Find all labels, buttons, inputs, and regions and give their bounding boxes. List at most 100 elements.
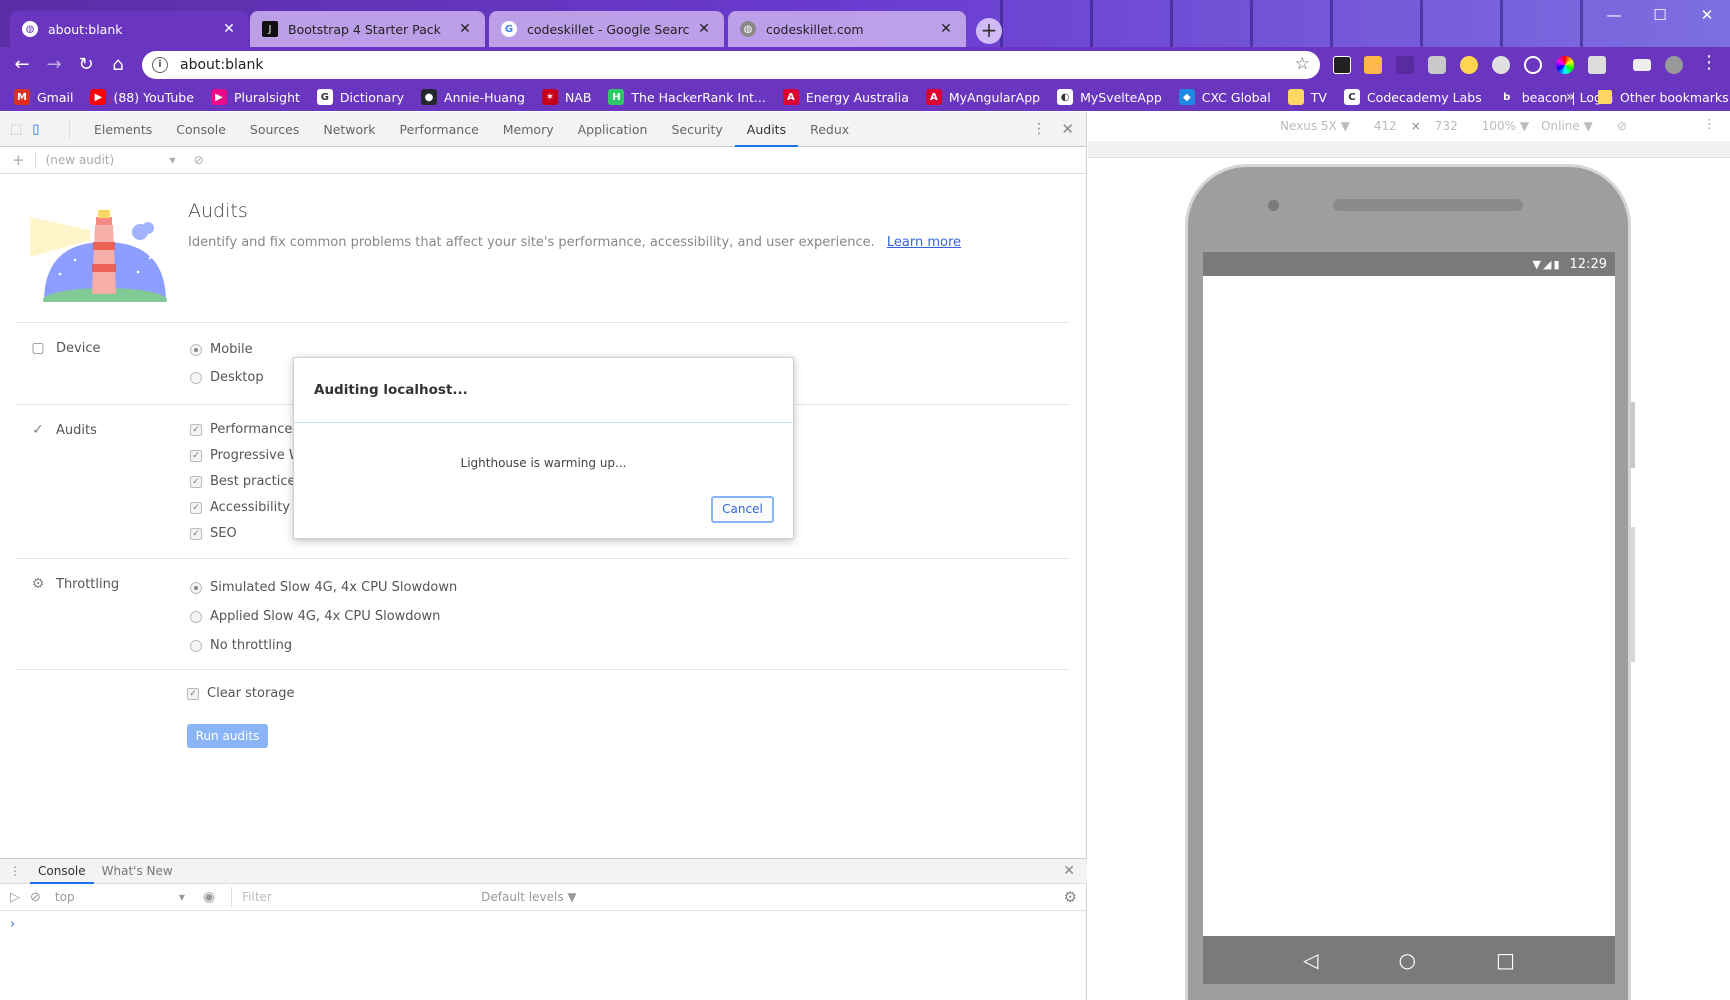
devtools-tab-memory[interactable]: Memory — [491, 112, 566, 147]
jetbrains-extension-icon[interactable] — [1333, 56, 1351, 74]
context-select[interactable]: top ▾ — [55, 890, 185, 904]
device-more-icon[interactable]: ⋮ — [1703, 117, 1716, 132]
avatar[interactable] — [1665, 56, 1683, 74]
bookmarks-overflow-icon[interactable]: » — [1566, 83, 1575, 111]
category-seo[interactable]: ✓ SEO — [190, 526, 237, 541]
window-close-icon[interactable]: ✕ — [1684, 0, 1730, 30]
radio-desktop[interactable] — [190, 371, 202, 384]
bookmark-item[interactable]: ◆ CXC Global — [1178, 89, 1271, 105]
bookmark-item[interactable]: M Gmail — [14, 89, 73, 105]
radio-mobile[interactable] — [190, 343, 202, 356]
clear-audits-icon[interactable]: ⊘ — [194, 153, 204, 167]
close-icon[interactable]: ✕ — [221, 21, 237, 37]
gear-icon[interactable]: ⚙ — [1064, 888, 1077, 906]
bookmark-item[interactable]: ✶ NAB — [541, 89, 591, 105]
other-bookmarks[interactable]: Other bookmarks — [1598, 83, 1729, 111]
bookmark-item[interactable]: G Dictionary — [316, 89, 404, 105]
clear-storage-option[interactable]: ✓ Clear storage — [187, 686, 295, 701]
checkbox[interactable]: ✓ — [190, 527, 202, 540]
inspect-element-icon[interactable]: ⬚ — [10, 122, 22, 137]
devtools-tab-network[interactable]: Network — [311, 112, 387, 147]
bookmark-item[interactable]: ◐ MySvelteApp — [1057, 89, 1162, 105]
bookmark-item[interactable]: TV — [1287, 89, 1327, 105]
checkbox[interactable]: ✓ — [187, 687, 199, 700]
devtools-tab-application[interactable]: Application — [566, 112, 660, 147]
devtools-tab-audits[interactable]: Audits — [734, 112, 799, 147]
network-select[interactable]: Online ▼ — [1541, 119, 1593, 133]
playlist-extension-icon[interactable] — [1633, 59, 1651, 71]
colorzilla-extension-icon[interactable] — [1556, 56, 1574, 74]
drawer-tab-console[interactable]: Console — [30, 858, 94, 884]
home-icon[interactable]: ⌂ — [104, 51, 132, 79]
learn-more-link[interactable]: Learn more — [887, 235, 961, 250]
address-bar[interactable]: i about:blank ☆ — [142, 51, 1320, 79]
bookmark-item[interactable]: ▶ Pluralsight — [210, 89, 300, 105]
radio-applied[interactable] — [190, 610, 202, 623]
forward-icon[interactable]: → — [40, 51, 68, 79]
react-extension-icon[interactable] — [1492, 56, 1510, 74]
width-input[interactable]: 412 — [1374, 119, 1397, 133]
bookmark-item[interactable]: C Codecademy Labs — [1343, 89, 1482, 105]
checkbox[interactable]: ✓ — [190, 501, 202, 514]
eye-icon[interactable]: ◉ — [203, 889, 215, 905]
category-best-practices[interactable]: ✓ Best practices — [190, 474, 302, 489]
media-query-bar[interactable] — [1088, 141, 1730, 158]
back-icon[interactable]: ← — [8, 51, 36, 79]
bookmark-item[interactable]: A MyAngularApp — [925, 89, 1040, 105]
drawer-close-icon[interactable]: ✕ — [1063, 863, 1075, 879]
reload-icon[interactable]: ↻ — [72, 51, 100, 79]
bookmark-item[interactable]: A Energy Australia — [782, 89, 909, 105]
devtools-tab-elements[interactable]: Elements — [82, 112, 164, 147]
color-picker-extension-icon[interactable] — [1460, 56, 1478, 74]
bookmark-star-icon[interactable]: ☆ — [1295, 54, 1310, 74]
devtools-tab-security[interactable]: Security — [659, 112, 734, 147]
devtools-tab-redux[interactable]: Redux — [798, 112, 861, 147]
close-icon[interactable]: ✕ — [457, 21, 473, 37]
info-icon[interactable]: i — [152, 57, 168, 73]
bookmark-item[interactable]: H The HackerRank Int... — [608, 89, 766, 105]
tab-google-search[interactable]: G codeskillet - Google Search ✕ — [489, 11, 724, 47]
console-filter-input[interactable]: Filter — [231, 887, 471, 907]
bookmark-item[interactable]: b beacon | Login — [1498, 89, 1613, 105]
audit-select[interactable]: (new audit) ▾ — [46, 153, 176, 167]
devtools-tab-sources[interactable]: Sources — [238, 112, 311, 147]
tab-bootstrap[interactable]: J Bootstrap 4 Starter Pack ✕ — [250, 11, 485, 47]
chrome-menu-icon[interactable]: ⋮ — [1700, 52, 1718, 73]
bookmark-item[interactable]: ● Annie-Huang — [421, 89, 525, 105]
bookmark-item[interactable]: ▶ (88) YouTube — [90, 89, 194, 105]
phone-screen[interactable]: ▼◢▮ 12:29 ◁ ○ □ — [1203, 252, 1615, 984]
devtools-tab-console[interactable]: Console — [164, 112, 238, 147]
device-option-mobile[interactable]: Mobile — [190, 342, 253, 357]
device-option-desktop[interactable]: Desktop — [190, 370, 264, 385]
run-audits-button[interactable]: Run audits — [187, 724, 268, 748]
rotate-icon[interactable]: ⊘ — [1617, 119, 1627, 133]
device-toolbar-icon[interactable]: ▯ — [32, 122, 39, 137]
blank-extension-icon[interactable] — [1396, 56, 1414, 74]
radio-none[interactable] — [190, 639, 202, 652]
resize-handle[interactable] — [1630, 527, 1635, 662]
new-tab-button[interactable]: + — [976, 18, 1002, 44]
radio-simulated[interactable] — [190, 581, 202, 594]
target-extension-icon[interactable] — [1524, 56, 1542, 74]
mail-extension-icon[interactable] — [1588, 56, 1606, 74]
new-audit-icon[interactable]: + — [12, 151, 25, 169]
checkbox[interactable]: ✓ — [190, 423, 202, 436]
checkbox[interactable]: ✓ — [190, 449, 202, 462]
minimize-icon[interactable]: — — [1591, 0, 1637, 30]
recents-nav-icon[interactable]: □ — [1496, 948, 1515, 972]
close-icon[interactable]: ✕ — [696, 21, 712, 37]
close-icon[interactable]: ✕ — [938, 21, 954, 37]
throttling-option-applied[interactable]: Applied Slow 4G, 4x CPU Slowdown — [190, 609, 440, 624]
clear-console-icon[interactable]: ⊘ — [30, 890, 41, 905]
category-performance[interactable]: ✓ Performance — [190, 422, 292, 437]
category-accessibility[interactable]: ✓ Accessibility — [190, 500, 290, 515]
throttling-option-simulated[interactable]: Simulated Slow 4G, 4x CPU Slowdown — [190, 580, 457, 595]
zoom-select[interactable]: 100% ▼ — [1482, 119, 1529, 133]
checkbox[interactable]: ✓ — [190, 475, 202, 488]
drawer-menu-icon[interactable]: ⋮ — [0, 864, 30, 878]
resize-handle[interactable] — [1630, 402, 1635, 468]
back-nav-icon[interactable]: ◁ — [1303, 948, 1318, 972]
tab-about-blank[interactable]: ◍ about:blank ✕ — [10, 11, 249, 47]
home-nav-icon[interactable]: ○ — [1399, 948, 1416, 972]
devtools-close-icon[interactable]: ✕ — [1061, 120, 1074, 138]
